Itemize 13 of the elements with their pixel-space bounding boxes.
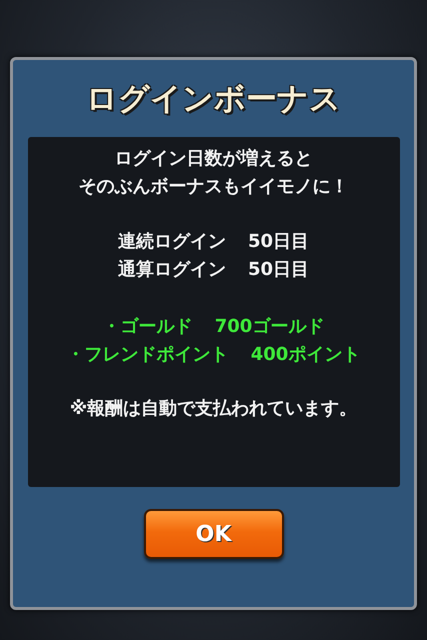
stat-label: 連続ログイン [118, 230, 226, 254]
stat-label: 通算ログイン [118, 258, 226, 282]
reward-value: 400ポイント [250, 343, 360, 367]
dialog-title: ログインボーナス [86, 80, 341, 118]
message-text: そのぶんボーナスもイイモノに！ [78, 175, 348, 199]
message-text: ログイン日数が増えると [114, 147, 312, 171]
stat-value: 50日目 [248, 258, 310, 282]
stat-value: 50日目 [248, 230, 310, 254]
note-text: ※報酬は自動で支払われています。 [70, 397, 358, 421]
reward-value: 700ゴールド [214, 315, 324, 339]
reward-label: ・フレンドポイント [66, 343, 229, 367]
reward-label: ・ゴールド [102, 315, 193, 339]
ok-button[interactable]: OK [144, 509, 284, 559]
